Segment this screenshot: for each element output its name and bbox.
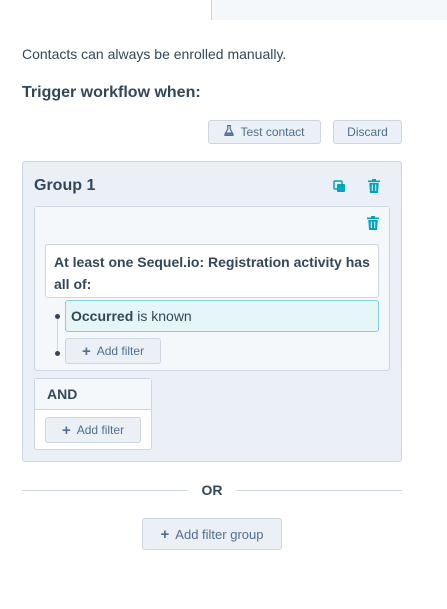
add-filter-label: Add filter [76,423,125,437]
test-contact-label: Test contact [240,125,305,139]
flask-icon [224,124,235,139]
condition-occurred-known[interactable]: Occurred is known [65,300,379,332]
and-block: AND + Add filter [34,378,152,450]
trash-icon[interactable] [366,178,382,194]
add-filter-group-button[interactable]: + Add filter group [142,518,282,550]
tab-inactive[interactable] [212,0,447,20]
copy-icon[interactable] [331,178,347,194]
add-and-filter-button[interactable]: + Add filter [45,417,141,443]
trash-icon[interactable] [365,215,381,231]
bullet [55,351,60,356]
connector-line [57,319,58,353]
divider [237,490,402,491]
group-title: Group 1 [34,177,96,194]
manual-enrollment-note: Contacts can always be enrolled manually… [22,46,287,62]
or-label: OR [201,482,223,498]
add-filter-button[interactable]: + Add filter [65,338,161,364]
condition-property: Occurred [71,308,134,324]
condition-operator: is known [137,308,192,324]
activity-filter-card[interactable]: At least one Sequel.io: Registration act… [45,244,379,298]
tab-active[interactable] [0,0,212,20]
divider [22,490,187,491]
plus-icon: + [81,342,91,360]
add-filter-group-label: Add filter group [175,526,264,542]
trigger-heading: Trigger workflow when: [22,84,201,101]
filter-block-header [35,207,389,238]
plus-icon: + [160,525,170,543]
tab-bar [0,0,447,20]
filter-block: At least one Sequel.io: Registration act… [34,206,390,371]
filter-group: Group 1 At least one Sequel.io: Registra… [22,161,402,462]
test-contact-button[interactable]: Test contact [208,120,321,144]
plus-icon: + [61,421,71,439]
and-label: AND [35,379,151,410]
discard-button[interactable]: Discard [333,120,402,144]
add-filter-label: Add filter [96,344,145,358]
